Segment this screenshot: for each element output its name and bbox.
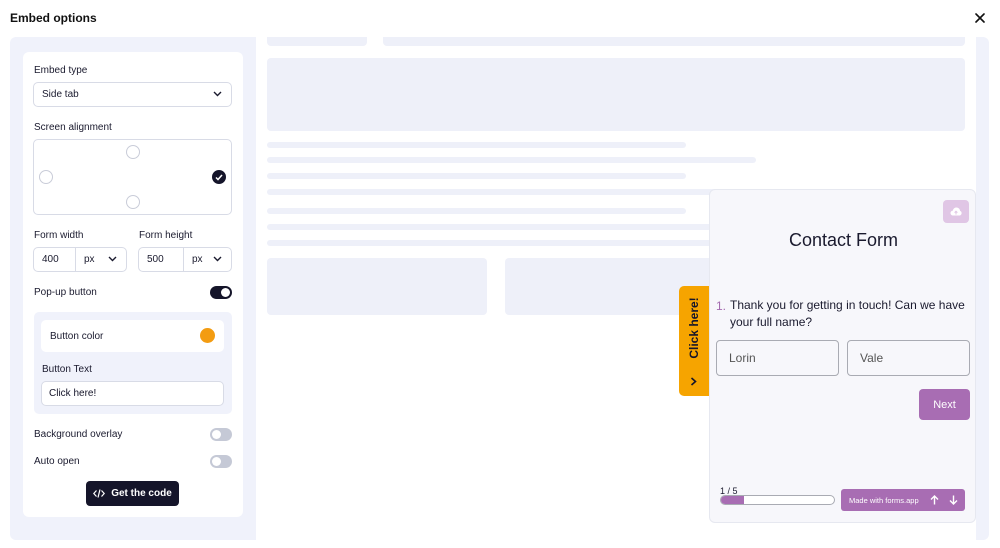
skeleton-line xyxy=(267,208,686,214)
save-button[interactable] xyxy=(943,200,969,223)
auto-open-toggle[interactable] xyxy=(210,455,232,468)
button-color-label: Button color xyxy=(50,331,104,342)
embed-type-select[interactable]: Side tab xyxy=(33,82,232,107)
last-name-input[interactable]: Vale xyxy=(847,340,970,376)
button-color-swatch[interactable] xyxy=(200,328,215,343)
arrow-up-icon xyxy=(930,495,938,505)
button-text-input[interactable]: Click here! xyxy=(41,381,224,406)
chevron-down-icon xyxy=(108,256,117,261)
question-number: 1. xyxy=(716,299,727,313)
embedded-form: Contact Form 1. Thank you for getting in… xyxy=(709,189,976,523)
progress-fill xyxy=(721,496,744,504)
get-code-label: Get the code xyxy=(111,488,172,499)
made-with-badge[interactable]: Made with forms.app xyxy=(841,489,965,511)
background-overlay-label: Background overlay xyxy=(34,429,123,440)
side-tab-button[interactable]: Click here! xyxy=(679,286,709,396)
skeleton-block xyxy=(267,58,965,131)
progress-bar xyxy=(720,495,835,505)
embed-type-value: Side tab xyxy=(42,89,79,100)
get-code-button[interactable]: Get the code xyxy=(86,481,179,506)
form-height-label: Form height xyxy=(139,230,193,241)
chevron-right-icon xyxy=(690,377,697,386)
question-text: Thank you for getting in touch! Can we h… xyxy=(730,298,965,329)
form-height-unit-select[interactable]: px xyxy=(183,247,232,272)
skeleton-card xyxy=(267,258,487,315)
screen-alignment-picker xyxy=(33,139,232,215)
align-right-radio[interactable] xyxy=(212,170,226,184)
skeleton-block xyxy=(267,37,367,46)
toggle-knob xyxy=(221,288,230,297)
dialog-header: Embed options xyxy=(0,0,1000,36)
form-title: Contact Form xyxy=(788,230,899,250)
first-name-input[interactable]: Lorin xyxy=(716,340,839,376)
form-width-unit: px xyxy=(84,254,95,265)
skeleton-line xyxy=(267,157,756,163)
next-question-button[interactable] xyxy=(946,493,960,507)
button-color-row[interactable]: Button color xyxy=(41,320,224,352)
form-width-unit-select[interactable]: px xyxy=(75,247,127,272)
toggle-knob xyxy=(212,457,221,466)
align-bottom-radio[interactable] xyxy=(126,195,140,209)
toggle-knob xyxy=(212,430,221,439)
skeleton-block xyxy=(383,37,965,46)
button-text-label: Button Text xyxy=(42,364,92,375)
skeleton-line xyxy=(267,142,686,148)
form-width-label: Form width xyxy=(34,230,84,241)
check-icon xyxy=(215,174,223,181)
align-left-radio[interactable] xyxy=(39,170,53,184)
form-width-input[interactable]: 400 xyxy=(33,247,76,272)
form-height-unit: px xyxy=(192,254,203,265)
arrow-down-icon xyxy=(949,495,957,505)
chevron-down-icon xyxy=(213,91,222,96)
auto-open-label: Auto open xyxy=(34,456,80,467)
skeleton-line xyxy=(267,173,686,179)
side-tab-label: Click here! xyxy=(687,297,701,359)
align-top-radio[interactable] xyxy=(126,145,140,159)
background-overlay-toggle[interactable] xyxy=(210,428,232,441)
close-button[interactable] xyxy=(968,7,992,29)
cloud-upload-icon xyxy=(950,207,962,216)
dialog-title: Embed options xyxy=(10,11,97,25)
form-height-input[interactable]: 500 xyxy=(138,247,184,272)
previous-question-button[interactable] xyxy=(927,493,941,507)
popup-button-toggle[interactable] xyxy=(210,286,232,299)
screen-alignment-label: Screen alignment xyxy=(34,122,112,133)
chevron-down-icon xyxy=(213,256,222,261)
embed-type-label: Embed type xyxy=(34,65,88,76)
code-icon xyxy=(93,489,106,498)
popup-button-label: Pop-up button xyxy=(34,287,97,298)
next-button[interactable]: Next xyxy=(919,389,970,420)
close-icon xyxy=(975,13,985,23)
made-with-label: Made with forms.app xyxy=(849,495,919,505)
